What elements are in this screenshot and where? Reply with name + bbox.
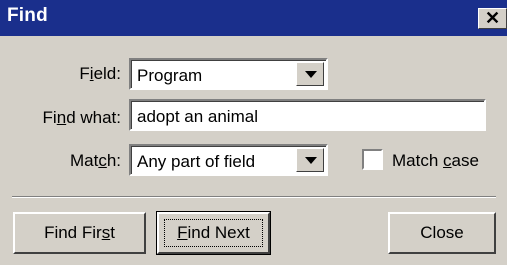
window-title: Find xyxy=(7,5,48,26)
chevron-down-icon xyxy=(305,157,317,164)
match-case-label[interactable]: Match case xyxy=(392,151,479,171)
find-first-label: Find First xyxy=(44,223,115,242)
match-dropdown-value: Any part of field xyxy=(137,152,256,171)
match-case-checkbox[interactable] xyxy=(362,149,383,170)
title-bar[interactable]: Find ✕ xyxy=(0,0,507,36)
find-dialog: Find ✕ Field: Program Find what: adopt a… xyxy=(0,0,507,265)
field-dropdown-arrow[interactable] xyxy=(296,62,324,86)
close-icon: ✕ xyxy=(484,8,501,28)
close-window-button[interactable]: ✕ xyxy=(478,8,507,29)
find-first-button[interactable]: Find First xyxy=(13,212,146,254)
close-button[interactable]: Close xyxy=(388,212,496,254)
field-dropdown-value: Program xyxy=(137,66,203,85)
find-what-value: adopt an animal xyxy=(137,107,258,126)
find-what-input[interactable]: adopt an animal xyxy=(129,99,486,131)
find-next-button[interactable]: Find Next xyxy=(156,211,271,255)
match-label: Match: xyxy=(69,151,121,170)
separator xyxy=(12,196,496,198)
focus-indicator xyxy=(164,219,263,247)
field-dropdown[interactable]: Program xyxy=(129,58,328,90)
find-what-label: Find what: xyxy=(42,108,121,127)
chevron-down-icon xyxy=(305,71,317,78)
field-label: Field: xyxy=(79,64,121,83)
match-dropdown[interactable]: Any part of field xyxy=(129,144,328,176)
close-button-label: Close xyxy=(420,223,464,242)
match-dropdown-arrow[interactable] xyxy=(296,148,324,172)
